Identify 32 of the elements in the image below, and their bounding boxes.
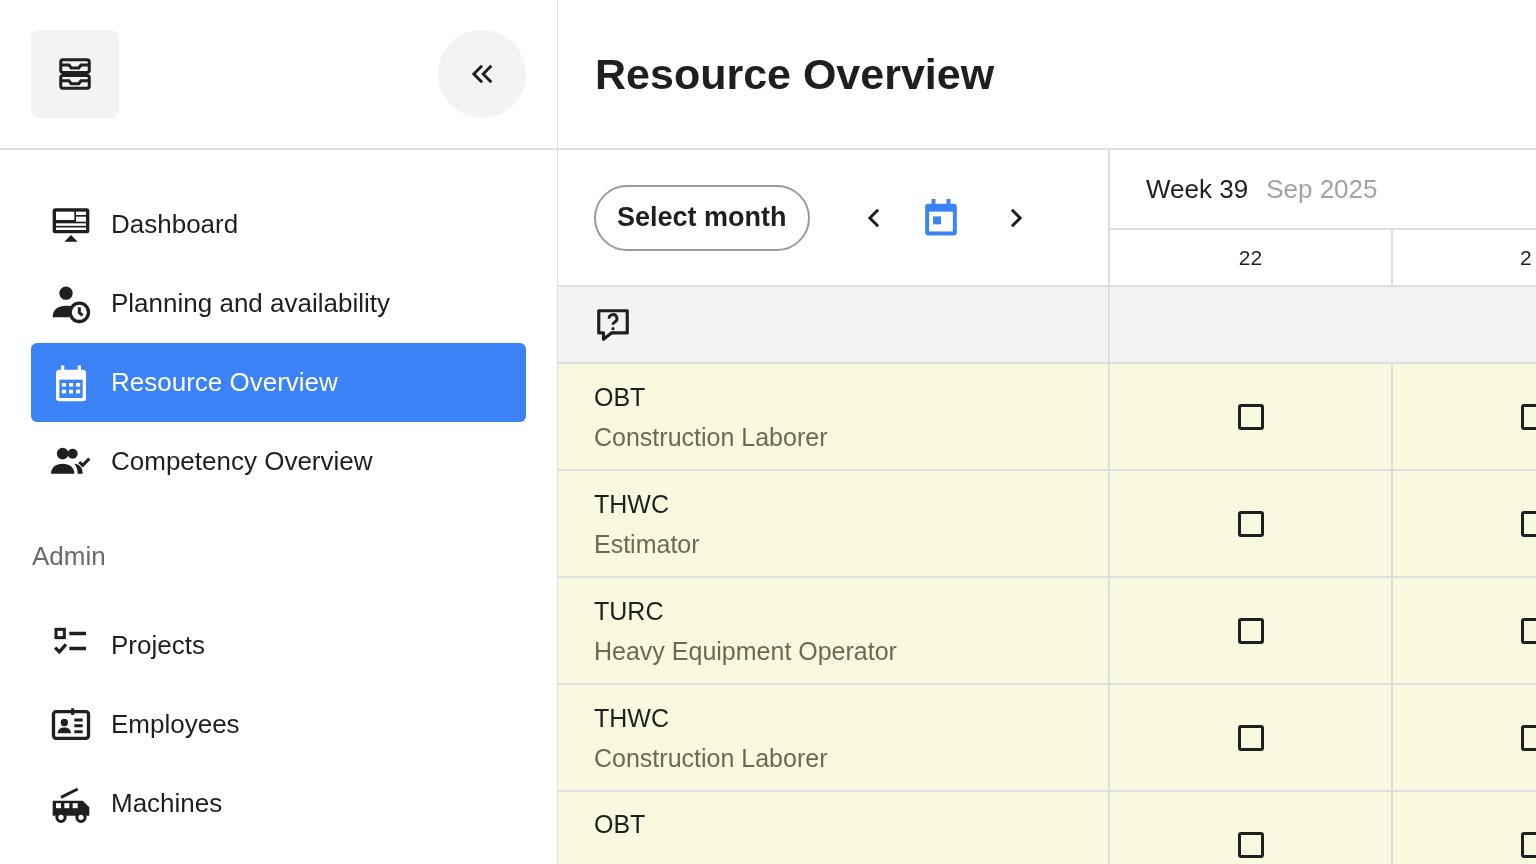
select-month-button[interactable]: Select month [594, 184, 810, 251]
resource-code: OBT [594, 809, 647, 839]
page-title: Resource Overview [595, 48, 995, 100]
resource-role: Construction Laborer [594, 421, 829, 452]
day-label: 22 [1238, 244, 1263, 271]
week-label: Week 39 [1146, 172, 1249, 206]
sidebar-item[interactable]: Employees [31, 685, 526, 764]
resource-role: Construction Laborer [594, 742, 829, 773]
month-label: Sep 2025 [1266, 172, 1378, 206]
resource-code: THWC [594, 702, 670, 733]
chevron-left-icon [867, 207, 880, 228]
sidebar-item[interactable]: Resource Overview [31, 343, 526, 422]
checkbox[interactable] [1237, 617, 1264, 644]
resource-role: Heavy Equipment Operator [594, 635, 898, 666]
day-label: 2 [1520, 244, 1532, 271]
logo-tile[interactable] [31, 30, 119, 118]
checkbox[interactable] [1237, 724, 1264, 751]
sidebar-item[interactable]: Planning and availability [31, 264, 526, 343]
sidebar-item[interactable]: Projects [31, 606, 526, 685]
inbox-tray-icon [57, 56, 93, 92]
checkbox[interactable] [1237, 403, 1264, 430]
checkbox[interactable] [1237, 831, 1264, 858]
section-label: Admin [31, 540, 107, 573]
sidebar-item[interactable]: Competency Overview [31, 422, 526, 501]
resource-code: TURC [594, 595, 665, 626]
resource-code: OBT [594, 381, 647, 412]
resource-code: THWC [594, 488, 670, 519]
resource-role: Estimator [594, 528, 701, 559]
sidebar-item[interactable]: Dashboard [31, 185, 526, 264]
chevron-right-icon [1009, 207, 1022, 228]
checkbox[interactable] [1237, 510, 1264, 537]
sidebar-item[interactable]: Machines [31, 764, 526, 843]
